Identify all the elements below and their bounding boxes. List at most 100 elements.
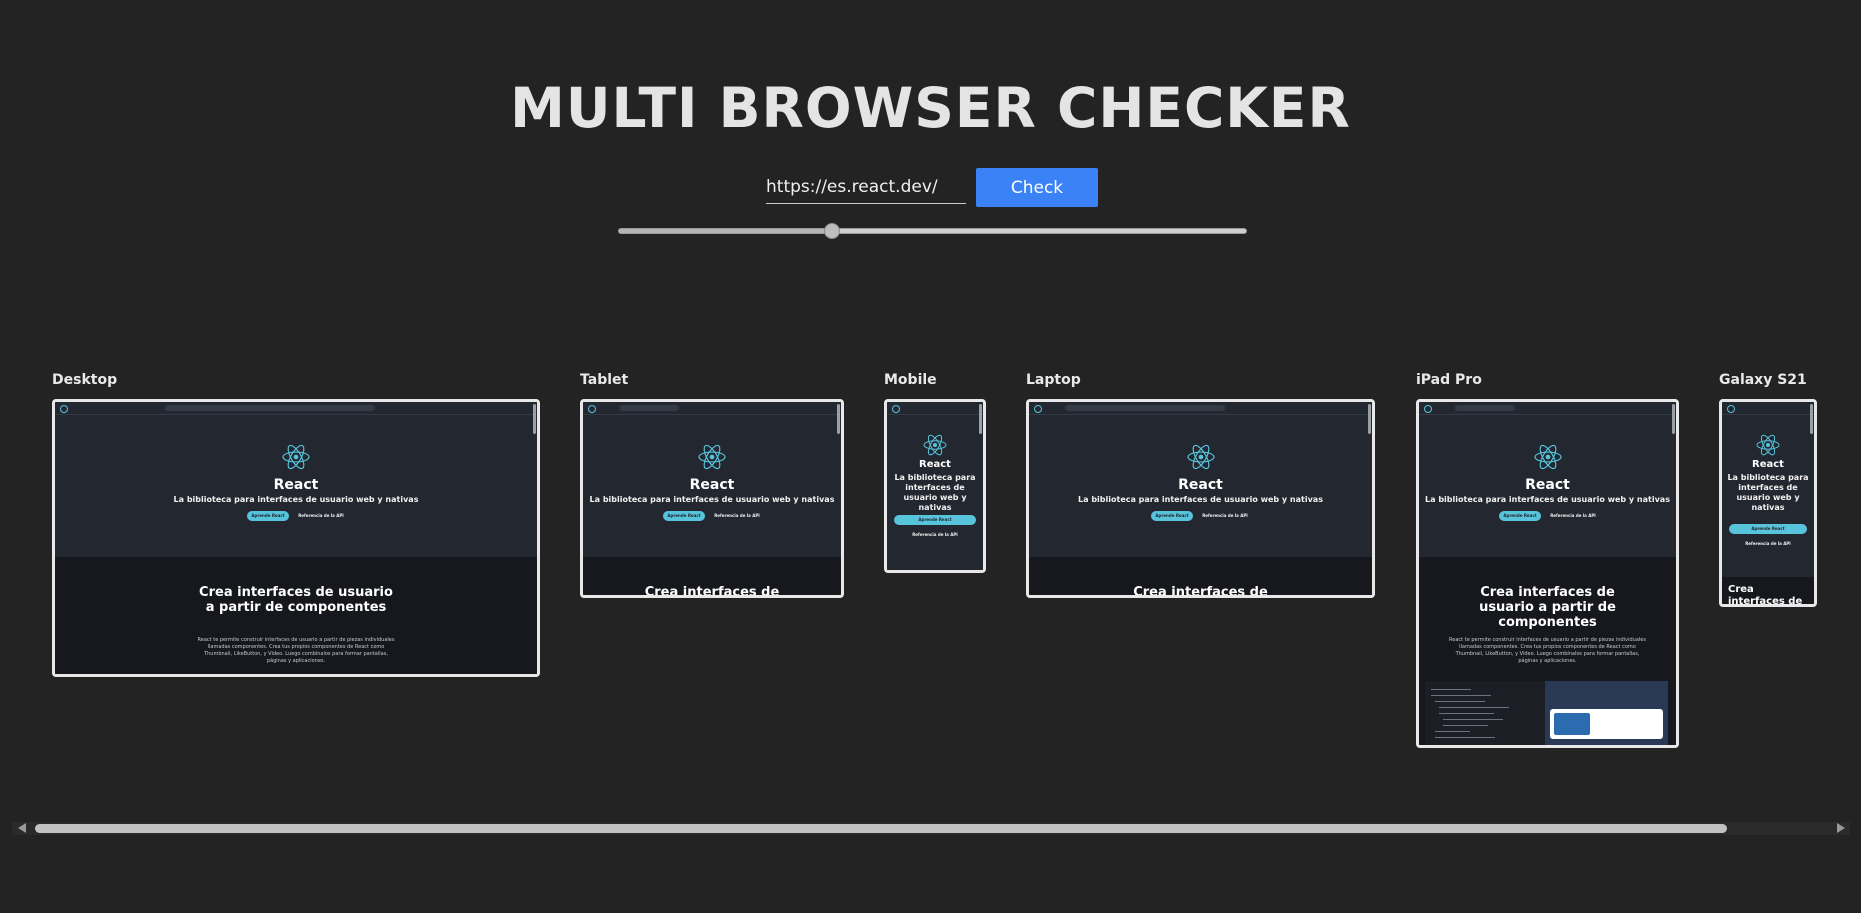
preview-hero: React La biblioteca para interfaces de u… (1722, 402, 1814, 577)
code-line (1439, 707, 1509, 708)
preview-navbar (887, 402, 983, 415)
code-line (1435, 731, 1470, 732)
code-line (1431, 689, 1471, 690)
preview-hero: React La biblioteca para interfaces de u… (1419, 402, 1676, 557)
preview-secondary-button: Referencia de la API (1745, 541, 1791, 546)
page-title: MULTI BROWSER CHECKER (510, 76, 1351, 140)
preview-navbar (1722, 402, 1814, 415)
preview-hero-subtitle: La biblioteca para interfaces de usuario… (1078, 495, 1323, 504)
preview-lower-section: Crea interfaces de usuario a partir de c… (1722, 577, 1814, 604)
react-atom-icon (1186, 444, 1215, 470)
preview-hero: React La biblioteca para interfaces de u… (583, 402, 841, 557)
preview-secondary-button: Referencia de la API (1550, 513, 1596, 518)
preview-scrollbar[interactable] (1672, 404, 1675, 434)
code-line (1435, 701, 1485, 702)
preview-section-title: Crea interfaces de usuario a partir de c… (1133, 585, 1268, 598)
preview-secondary-button: Referencia de la API (912, 532, 958, 537)
preview-primary-button: Aprende React (1729, 524, 1807, 534)
preview-hero: React La biblioteca para interfaces de u… (1029, 402, 1372, 557)
preview-navbar (1029, 402, 1372, 415)
preview-scrollbar[interactable] (979, 404, 982, 434)
react-atom-icon (923, 434, 947, 456)
preview-hero-title: React (1525, 477, 1570, 493)
react-logo-icon (892, 405, 900, 413)
preview-lower-section: Crea interfaces de usuario a partir de c… (1029, 557, 1372, 595)
horizontal-scrollbar-thumb[interactable] (35, 824, 1727, 833)
ipad-pro-preview-frame[interactable]: React La biblioteca para interfaces de u… (1416, 399, 1679, 748)
react-atom-icon (1756, 434, 1780, 456)
preview-secondary-button: Referencia de la API (1202, 513, 1248, 518)
code-line (1443, 725, 1488, 726)
react-atom-icon (1533, 444, 1562, 470)
preview-section-title: Crea interfaces de usuario a partir de c… (1479, 585, 1616, 630)
device-label-ipad-pro: iPad Pro (1416, 372, 1482, 388)
slider-thumb[interactable] (824, 223, 841, 239)
preview-hero-title: React (689, 477, 735, 493)
react-logo-icon (1727, 405, 1735, 413)
preview-hero-subtitle: La biblioteca para interfaces de usuario… (1425, 495, 1670, 504)
tablet-preview-frame[interactable]: React La biblioteca para interfaces de u… (580, 399, 844, 598)
react-logo-icon (588, 405, 596, 413)
preview-section-text: React te permite construir interfaces de… (1449, 637, 1646, 664)
preview-hero-title: React (273, 477, 319, 493)
preview-code-pane (1425, 681, 1545, 745)
device-label-galaxy-s21: Galaxy S21 (1719, 372, 1807, 388)
preview-section-title: Crea interfaces de usuario a partir de c… (199, 585, 393, 615)
preview-secondary-button: Referencia de la API (298, 513, 344, 518)
code-line (1435, 737, 1495, 738)
preview-hero-title: React (919, 459, 951, 470)
preview-lower-section: Crea interfaces de usuario a partir de c… (55, 557, 537, 674)
laptop-preview-frame[interactable]: React La biblioteca para interfaces de u… (1026, 399, 1375, 598)
preview-lower-section: Crea interfaces de usuario a partir de c… (1419, 557, 1676, 745)
preview-hero-subtitle: La biblioteca para interfaces de usuario… (894, 473, 976, 512)
preview-navbar (1419, 402, 1676, 415)
device-label-tablet: Tablet (580, 372, 629, 388)
preview-section-text: React te permite construir interfaces de… (197, 637, 395, 664)
preview-hero-subtitle: La biblioteca para interfaces de usuario… (589, 495, 835, 504)
preview-primary-button: Aprende React (247, 511, 289, 521)
preview-scrollbar[interactable] (533, 404, 536, 434)
preview-scrollbar[interactable] (1810, 404, 1813, 434)
preview-hero-subtitle: La biblioteca para interfaces de usuario… (1727, 473, 1809, 512)
preview-section-title: Crea interfaces de usuario a partir de c… (1728, 584, 1803, 607)
preview-hero: React La biblioteca para interfaces de u… (887, 402, 983, 570)
scroll-left-arrow-icon[interactable] (18, 823, 26, 833)
code-line (1431, 695, 1491, 696)
scroll-right-arrow-icon[interactable] (1837, 823, 1845, 833)
code-line (1439, 713, 1494, 714)
zoom-slider[interactable] (618, 223, 1247, 239)
preview-secondary-button: Referencia de la API (714, 513, 760, 518)
preview-hero-subtitle: La biblioteca para interfaces de usuario… (173, 495, 419, 504)
check-button[interactable]: Check (976, 168, 1098, 207)
preview-lower-section: Crea interfaces de usuario a partir de c… (583, 557, 841, 595)
preview-primary-button: Aprende React (1151, 511, 1193, 521)
code-line (1443, 719, 1503, 720)
preview-scrollbar[interactable] (1368, 404, 1371, 434)
mobile-preview-frame[interactable]: React La biblioteca para interfaces de u… (884, 399, 986, 573)
preview-navbar (55, 402, 537, 415)
preview-search-bar (619, 405, 679, 411)
device-label-mobile: Mobile (884, 372, 937, 388)
url-input[interactable] (766, 170, 966, 204)
preview-hero-title: React (1752, 459, 1784, 470)
video-thumbnail (1554, 713, 1590, 735)
preview-primary-button: Aprende React (894, 515, 976, 525)
preview-render-pane (1545, 681, 1668, 745)
preview-navbar (583, 402, 841, 415)
react-logo-icon (1034, 405, 1042, 413)
preview-hero-title: React (1178, 477, 1223, 493)
slider-fill (619, 229, 833, 233)
preview-section-title: Crea interfaces de usuario a partir de c… (644, 585, 780, 598)
react-logo-icon (60, 405, 68, 413)
preview-search-bar (1455, 405, 1515, 411)
react-logo-icon (1424, 405, 1432, 413)
preview-search-bar (165, 405, 375, 411)
galaxy-s21-preview-frame[interactable]: React La biblioteca para interfaces de u… (1719, 399, 1817, 607)
desktop-preview-frame[interactable]: React La biblioteca para interfaces de u… (52, 399, 540, 677)
preview-search-bar (1065, 405, 1225, 411)
react-atom-icon (282, 444, 310, 470)
preview-primary-button: Aprende React (1499, 511, 1541, 521)
preview-hero: React La biblioteca para interfaces de u… (55, 402, 537, 557)
react-atom-icon (698, 444, 726, 470)
preview-scrollbar[interactable] (837, 404, 840, 434)
